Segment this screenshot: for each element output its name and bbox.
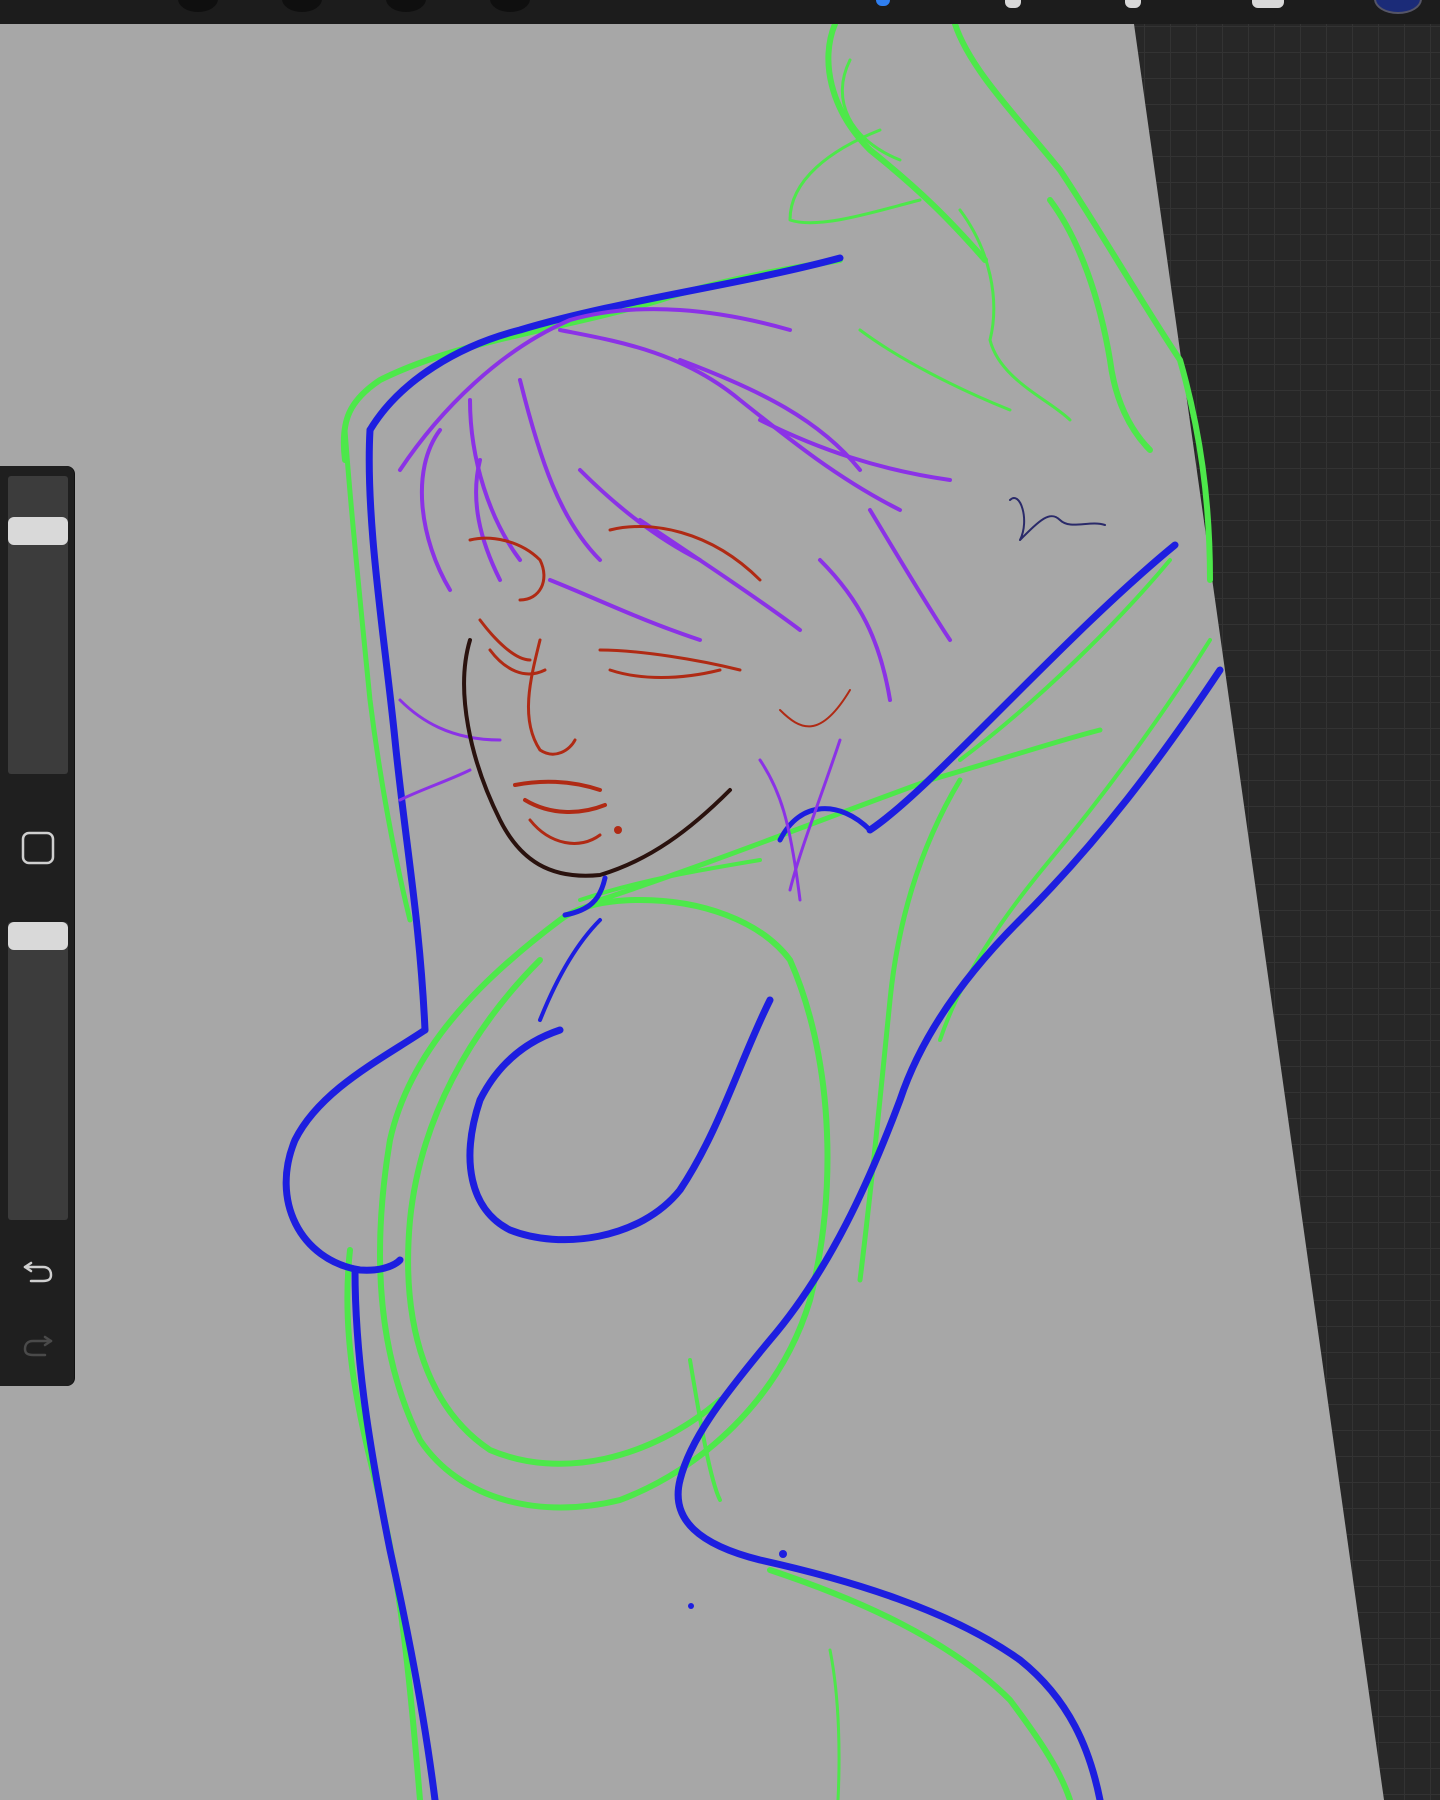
smudge-icon[interactable] [1005,0,1021,8]
redo-arrow-icon [23,1335,53,1357]
selection-button[interactable] [490,0,530,12]
top-toolbar [0,0,1440,24]
gallery-button[interactable] [178,0,218,12]
brush-opacity-slider-thumb[interactable] [8,922,68,950]
brush-opacity-slider[interactable] [8,922,68,1220]
layers-icon[interactable] [1252,0,1284,8]
color-icon[interactable] [1374,0,1422,14]
eraser-icon[interactable] [1125,0,1141,8]
adjustments-button[interactable] [386,0,426,12]
redo-button[interactable] [8,1318,68,1370]
actions-button[interactable] [282,0,322,12]
brush-size-slider-thumb[interactable] [8,516,68,545]
undo-arrow-icon [23,1261,53,1283]
drawing-canvas[interactable] [0,0,1440,1800]
brush-icon[interactable] [876,0,890,6]
square-icon [21,831,55,865]
undo-button[interactable] [8,1244,68,1296]
procreate-app [0,0,1440,1800]
modify-button[interactable] [8,822,68,874]
left-sidebar [0,466,74,1386]
